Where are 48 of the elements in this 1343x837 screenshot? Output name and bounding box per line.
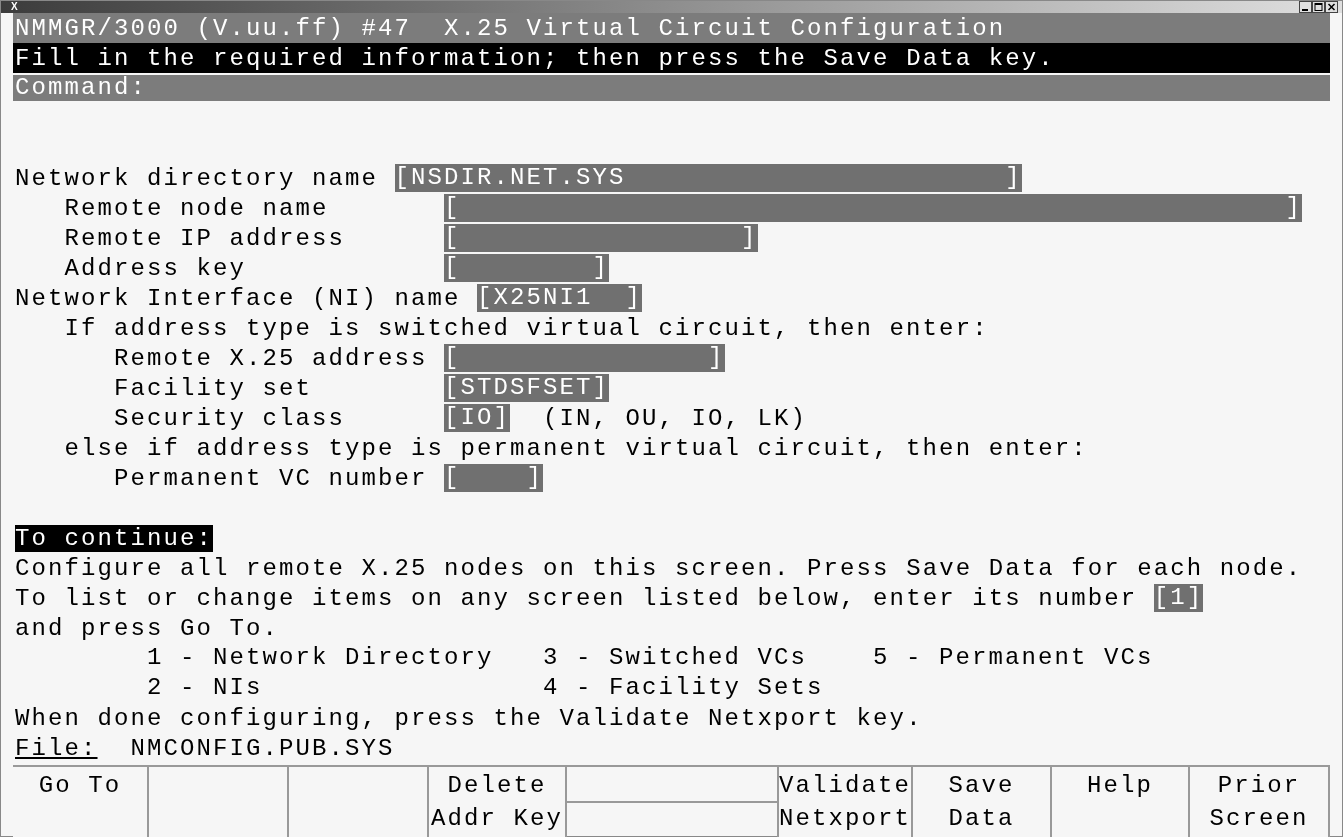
input-field[interactable]: [NSDIR.NET.SYS ] bbox=[394, 164, 1022, 192]
maximize-icon[interactable] bbox=[1312, 1, 1325, 13]
minimize-icon[interactable] bbox=[1299, 1, 1312, 13]
input-field[interactable]: [X25NI1 ] bbox=[477, 284, 643, 312]
close-icon[interactable] bbox=[1325, 1, 1338, 13]
input-field[interactable]: [IO] bbox=[444, 404, 510, 432]
instruction-text: Configure all remote X.25 nodes on this screen. Press Save Data for each node. bbox=[15, 554, 1303, 582]
field-label: Permanent VC number bbox=[114, 464, 428, 492]
command-label: Command: bbox=[13, 75, 148, 101]
function-key[interactable]: Go To bbox=[13, 767, 149, 837]
input-field[interactable]: [1] bbox=[1153, 584, 1204, 612]
function-key[interactable]: Save Data bbox=[913, 767, 1052, 837]
function-key[interactable]: Prior Screen bbox=[1190, 767, 1330, 837]
field-label: Remote X.25 address bbox=[114, 344, 428, 372]
menu-option: 4 - Facility Sets bbox=[543, 674, 824, 701]
instruction-text: else if address type is permanent virtual circuit, then enter: bbox=[64, 434, 1088, 462]
input-field[interactable]: [ ] bbox=[444, 224, 758, 252]
field-label: Facility set bbox=[114, 374, 313, 402]
field-label: Address key bbox=[64, 254, 247, 282]
menu-option: 2 - NIs bbox=[147, 674, 263, 701]
menu-option: 3 - Switched VCs bbox=[543, 644, 808, 671]
field-label: Remote node name bbox=[64, 194, 329, 222]
hint-text: (IN, OU, IO, LK) bbox=[543, 404, 808, 432]
menu-option: 1 - Network Directory bbox=[147, 644, 494, 671]
field-label: Network Interface (NI) name bbox=[15, 284, 461, 312]
window-icon: X bbox=[11, 1, 18, 13]
field-label: Security class bbox=[114, 404, 346, 432]
function-key[interactable]: Delete Addr Key bbox=[429, 767, 567, 837]
input-field[interactable]: [ ] bbox=[444, 254, 610, 282]
input-field[interactable]: [ ] bbox=[444, 344, 725, 372]
instruction-text: To list or change items on any screen listed below, enter its number bbox=[15, 584, 1138, 612]
instruction-text: If address type is switched virtual circuit, then enter: bbox=[64, 314, 989, 342]
command-field[interactable] bbox=[147, 75, 1330, 101]
section-heading: To continue: bbox=[15, 524, 214, 552]
file-label: File: bbox=[15, 734, 98, 762]
input-field[interactable]: [STDSFSET] bbox=[444, 374, 610, 402]
function-key[interactable]: Validate Netxport bbox=[778, 767, 913, 837]
function-key[interactable]: Help bbox=[1052, 767, 1190, 837]
header-message: Fill in the required information; then press the Save Data key. bbox=[13, 43, 1330, 73]
field-label: Network directory name bbox=[15, 164, 379, 192]
input-field[interactable]: [ ] bbox=[444, 464, 543, 492]
header-title: NMMGR/3000 (V.uu.ff) #47 X.25 Virtual Circuit Configuration bbox=[13, 13, 1330, 43]
instruction-text: When done configuring, press the Validate Netxport key. bbox=[15, 704, 923, 732]
field-label: Remote IP address bbox=[64, 224, 346, 252]
instruction-text: and press Go To. bbox=[15, 614, 280, 642]
input-field[interactable]: [ ] bbox=[444, 194, 1303, 222]
menu-option: 5 - Permanent VCs bbox=[873, 644, 1154, 671]
file-name: NMCONFIG.PUB.SYS bbox=[130, 734, 395, 762]
